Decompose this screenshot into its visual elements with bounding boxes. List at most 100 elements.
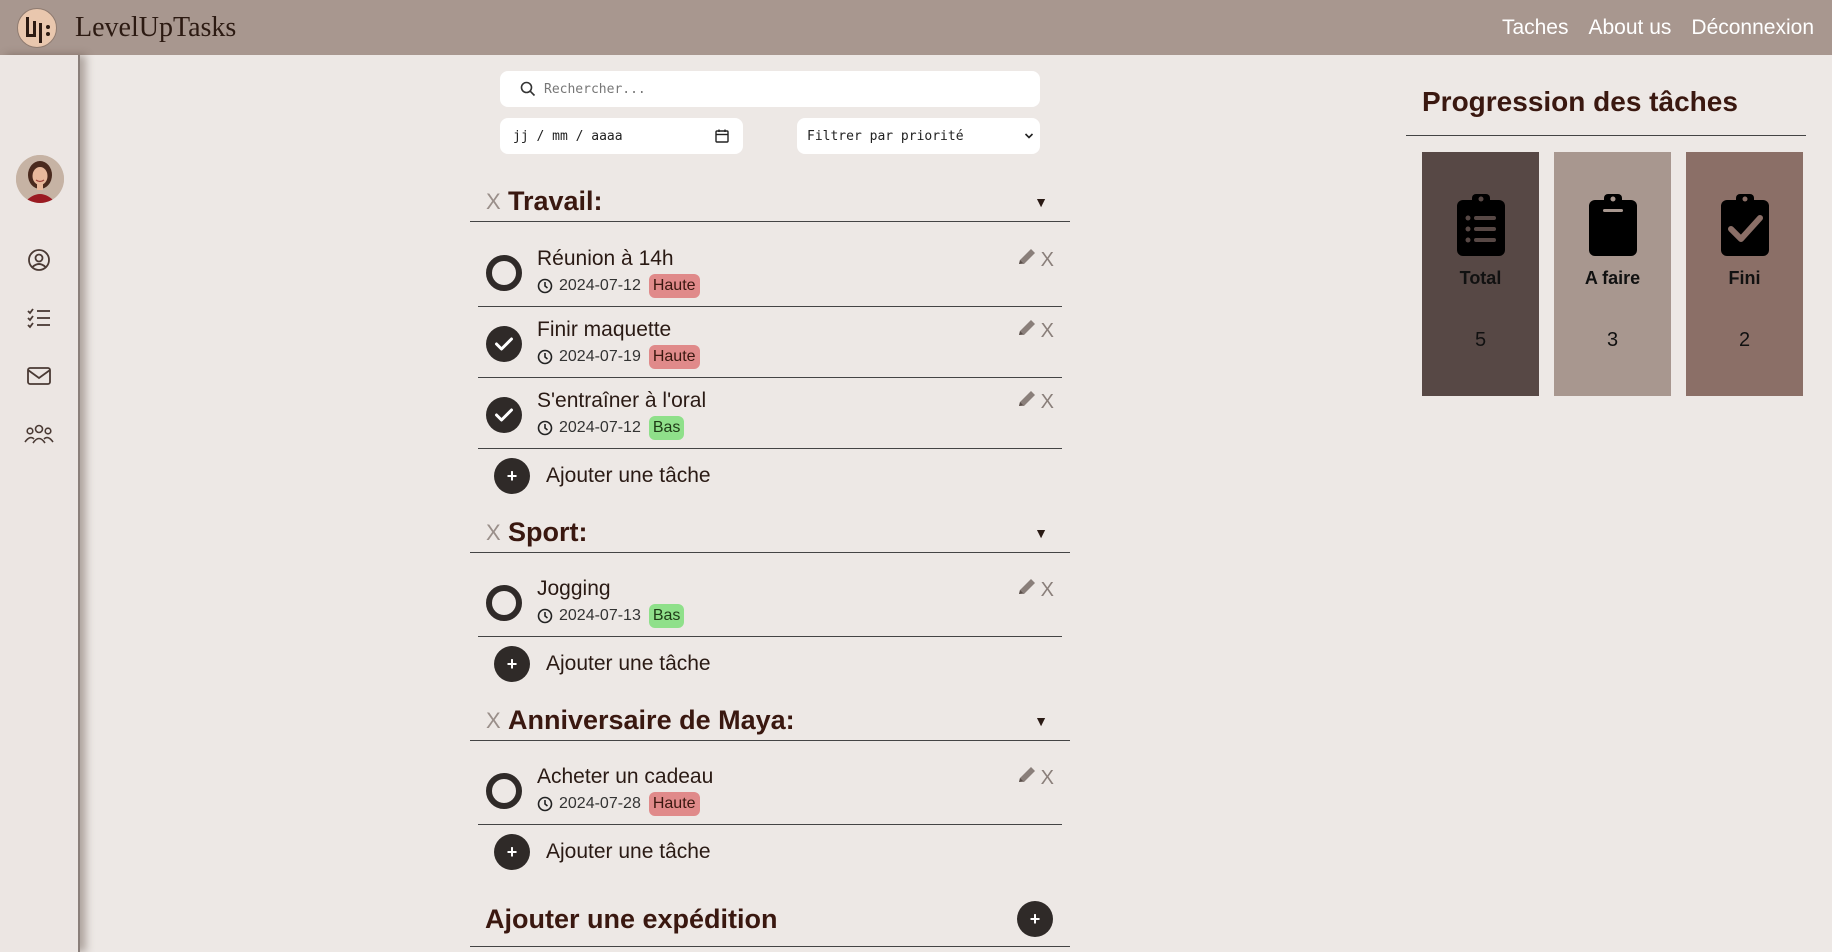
priority-badge: Haute (648, 792, 700, 816)
clipboard-list-icon (1456, 194, 1505, 256)
date-filter-input[interactable]: jj / mm / aaaa (500, 118, 743, 154)
task-status-toggle[interactable] (486, 773, 522, 809)
task-title: Finir maquette (537, 318, 672, 341)
task-date: 2024-07-12 (559, 277, 641, 294)
plus-icon: + (494, 834, 530, 870)
task-group-header: X Travail: ▼ (470, 182, 1070, 222)
task-date: 2024-07-13 (559, 607, 641, 624)
progress-card-label: Fini (1728, 268, 1761, 288)
calendar-icon[interactable] (715, 129, 729, 143)
add-task-label: Ajouter une tâche (546, 652, 711, 675)
group-title: Sport: (508, 517, 588, 547)
user-profile-icon[interactable] (24, 245, 54, 275)
add-task-label: Ajouter une tâche (546, 464, 711, 487)
priority-badge: Bas (648, 416, 685, 440)
edit-pencil-icon[interactable] (1016, 577, 1038, 602)
task-meta: 2024-07-12 Haute (537, 274, 700, 298)
priority-badge: Haute (648, 345, 700, 369)
top-bar: LevelUpTasks Taches About us Déconnexion (0, 0, 1832, 55)
add-expedition-button[interactable]: + (1017, 901, 1053, 937)
clipboard-icon (1588, 194, 1637, 256)
task-title: S'entraîner à l'oral (537, 389, 707, 412)
task-title: Réunion à 14h (537, 247, 674, 270)
plus-icon: + (494, 646, 530, 682)
task-item: Réunion à 14h 2024-07-12 Haute X (478, 237, 1062, 307)
check-icon (495, 337, 513, 351)
progress-card-label: A faire (1584, 268, 1641, 288)
task-item: S'entraîner à l'oral 2024-07-12 Bas X (478, 379, 1062, 449)
task-meta: 2024-07-28 Haute (537, 792, 700, 816)
add-task-button[interactable]: + Ajouter une tâche (478, 637, 1062, 691)
clock-icon (537, 349, 553, 365)
progress-card-todo: A faire 3 (1554, 152, 1671, 396)
sidebar (0, 55, 80, 952)
nav-link-taches[interactable]: Taches (1502, 16, 1569, 40)
group-title: Travail: (508, 186, 603, 216)
progress-card-total: Total 5 (1422, 152, 1539, 396)
priority-filter-value: Filtrer par priorité (807, 128, 964, 144)
logo-icon[interactable] (17, 7, 57, 48)
add-expedition-row: Ajouter une expédition + (470, 892, 1070, 947)
task-group-header: X Anniversaire de Maya: ▼ (470, 701, 1070, 741)
delete-task-button[interactable]: X (1041, 767, 1054, 790)
task-item: Finir maquette 2024-07-19 Haute X (478, 308, 1062, 378)
delete-task-button[interactable]: X (1041, 579, 1054, 602)
delete-group-button[interactable]: X (486, 520, 508, 546)
clipboard-check-icon (1720, 194, 1769, 256)
priority-badge: Bas (648, 604, 685, 628)
group-title: Anniversaire de Maya: (508, 705, 795, 735)
task-item: Jogging 2024-07-13 Bas X (478, 567, 1062, 637)
nav-link-about[interactable]: About us (1589, 16, 1672, 40)
delete-task-button[interactable]: X (1041, 391, 1054, 414)
edit-pencil-icon[interactable] (1016, 765, 1038, 790)
team-icon[interactable] (24, 419, 54, 449)
progress-title: Progression des tâches (1406, 86, 1806, 136)
nav-link-logout[interactable]: Déconnexion (1691, 16, 1814, 40)
delete-task-button[interactable]: X (1041, 320, 1054, 343)
task-item: Acheter un cadeau 2024-07-28 Haute X (478, 755, 1062, 825)
progress-card-value: 2 (1738, 329, 1751, 351)
delete-group-button[interactable]: X (486, 189, 508, 215)
clock-icon (537, 796, 553, 812)
clock-icon (537, 608, 553, 624)
collapse-toggle-icon[interactable]: ▼ (1034, 713, 1048, 729)
task-meta: 2024-07-12 Bas (537, 416, 685, 440)
task-status-toggle[interactable] (486, 397, 522, 433)
date-filter-placeholder: jj / mm / aaaa (513, 128, 623, 144)
progress-card-value: 5 (1474, 329, 1487, 351)
task-title: Acheter un cadeau (537, 765, 714, 788)
add-task-button[interactable]: + Ajouter une tâche (478, 449, 1062, 503)
progress-card-done: Fini 2 (1686, 152, 1803, 396)
collapse-toggle-icon[interactable]: ▼ (1034, 525, 1048, 541)
task-date: 2024-07-19 (559, 348, 641, 365)
edit-pencil-icon[interactable] (1016, 318, 1038, 343)
task-group-header: X Sport: ▼ (470, 513, 1070, 553)
chevron-down-icon (1024, 133, 1034, 139)
mail-icon[interactable] (24, 361, 54, 391)
task-meta: 2024-07-13 Bas (537, 604, 685, 628)
edit-pencil-icon[interactable] (1016, 389, 1038, 414)
priority-filter-select[interactable]: Filtrer par priorité (797, 118, 1040, 154)
edit-pencil-icon[interactable] (1016, 247, 1038, 272)
task-status-toggle[interactable] (486, 585, 522, 621)
progress-card-value: 3 (1606, 329, 1619, 351)
task-status-toggle[interactable] (486, 255, 522, 291)
priority-badge: Haute (648, 274, 700, 298)
delete-task-button[interactable]: X (1041, 249, 1054, 272)
search-icon (520, 81, 536, 97)
clock-icon (537, 278, 553, 294)
task-status-toggle[interactable] (486, 326, 522, 362)
plus-icon: + (494, 458, 530, 494)
progress-card-label: Total (1459, 268, 1502, 288)
clock-icon (537, 420, 553, 436)
delete-group-button[interactable]: X (486, 708, 508, 734)
task-title: Jogging (537, 577, 611, 600)
add-task-button[interactable]: + Ajouter une tâche (478, 825, 1062, 879)
task-list-icon[interactable] (24, 303, 54, 333)
task-date: 2024-07-12 (559, 419, 641, 436)
collapse-toggle-icon[interactable]: ▼ (1034, 194, 1048, 210)
add-expedition-label: Ajouter une expédition (485, 903, 778, 934)
avatar[interactable] (16, 155, 64, 203)
search-input[interactable] (544, 81, 1024, 97)
search-bar (500, 71, 1040, 107)
